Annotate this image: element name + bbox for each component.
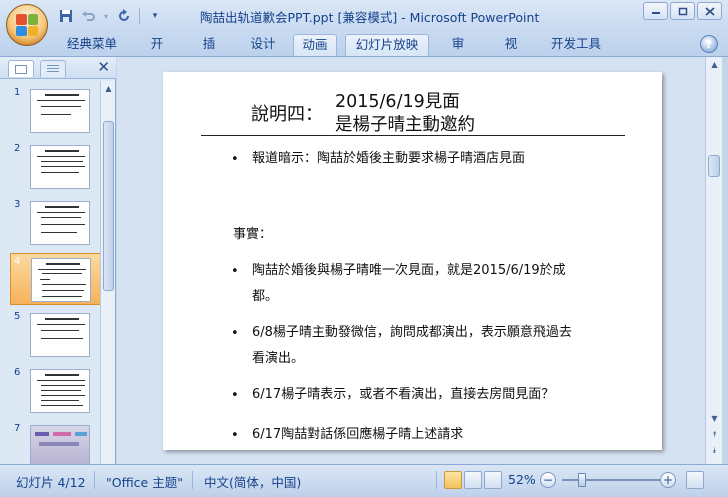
customize-icon[interactable]: ▾ (145, 7, 165, 25)
slide-title-line-2: 是楊子晴主動邀約 (335, 115, 475, 135)
slide-thumbnail (30, 313, 90, 357)
outline-tab-icon[interactable] (40, 60, 66, 77)
fact-3: 6/17楊子晴表示，或者不看演出，直接去房間見面？ (252, 387, 555, 402)
bullet-marker: • (231, 152, 239, 167)
tab-design[interactable]: 设计 (241, 34, 285, 56)
fact-1-line-1: 陶喆於婚後與楊子晴唯一次見面，就是2015/6/19於成 (252, 263, 566, 278)
slides-tab-icon[interactable] (8, 60, 34, 77)
main-scrollbar[interactable]: ▲ ▼ ⯭ ⯯ (705, 57, 722, 464)
scroll-thumb[interactable] (708, 155, 720, 177)
fit-to-window-icon[interactable] (686, 471, 704, 489)
slide-thumb-3[interactable]: 3 (0, 197, 100, 249)
slide-number: 2 (14, 143, 21, 154)
title-underline (201, 135, 625, 136)
slide-thumbnail (30, 369, 90, 413)
tab-insert[interactable]: 插入 (189, 34, 229, 71)
fact-4: 6/17陶喆對話係回應楊子晴上述請求 (252, 427, 464, 442)
normal-view-icon[interactable] (444, 471, 462, 489)
qat-divider (139, 8, 140, 24)
slideshow-view-icon[interactable] (484, 471, 502, 489)
zoom-in-icon[interactable]: + (660, 472, 676, 488)
slide-thumb-5[interactable]: 5 (0, 309, 100, 361)
zoom-level[interactable]: 52% (508, 472, 536, 487)
slide-counter: 幻灯片 4/12 (16, 475, 86, 490)
slide-number: 5 (14, 311, 21, 322)
tab-view[interactable]: 视图 (491, 34, 531, 71)
slide-number: 3 (14, 199, 21, 210)
slide-thumb-1[interactable]: 1 (0, 85, 100, 137)
redo-icon[interactable]: ▾ (100, 7, 112, 25)
tab-slideshow[interactable]: 幻灯片放映 (345, 34, 429, 56)
zoom-out-icon[interactable]: − (540, 472, 556, 488)
status-divider (94, 471, 95, 489)
office-button[interactable] (6, 4, 48, 46)
slide-thumb-2[interactable]: 2 (0, 141, 100, 193)
slide-sorter-icon[interactable] (464, 471, 482, 489)
tab-developer[interactable]: 开发工具 (542, 34, 610, 56)
fact-2-line-2: 看演出。 (252, 351, 305, 366)
zoom-slider-track[interactable] (562, 479, 662, 481)
window-title: 陶喆出轨道歉会PPT.ppt [兼容模式] - Microsoft PowerP… (200, 10, 540, 25)
slide-title-line-1: 2015/6/19見面 (335, 92, 460, 112)
repeat-icon[interactable] (114, 7, 134, 25)
slides-panel-scrollbar[interactable]: ▲ (100, 81, 115, 464)
close-icon[interactable] (697, 2, 722, 20)
help-icon[interactable]: ? (700, 35, 718, 53)
bullet-marker: • (231, 326, 239, 341)
bullet-marker: • (231, 428, 239, 443)
minimize-icon[interactable] (643, 2, 668, 20)
undo-icon[interactable] (78, 7, 98, 25)
next-slide-icon[interactable]: ⯯ (706, 443, 723, 458)
slide-thumb-6[interactable]: 6 (0, 365, 100, 417)
slide-thumbnail (31, 258, 91, 302)
slide-number: 4 (14, 256, 21, 267)
tab-review[interactable]: 审阅 (438, 34, 478, 71)
restore-icon[interactable] (670, 2, 695, 20)
bullet-marker: • (231, 388, 239, 403)
slide-number: 6 (14, 367, 21, 378)
slide-thumbnail (30, 425, 90, 464)
slide-thumbnail (30, 145, 90, 189)
previous-slide-icon[interactable]: ⯭ (706, 427, 723, 442)
language-indicator[interactable]: 中文(简体，中国) (204, 472, 301, 491)
slide-thumbnail (30, 89, 90, 133)
panel-tabs: ✕ (0, 57, 116, 79)
slide-thumb-7[interactable]: 7 (0, 421, 100, 464)
tab-home[interactable]: 开始 (137, 34, 177, 71)
scroll-up-icon[interactable]: ▲ (706, 57, 723, 72)
current-slide[interactable]: 說明四： 2015/6/19見面 是楊子晴主動邀約 • 報道暗示：陶喆於婚後主動… (163, 72, 662, 450)
title-bar: ▾ ▾ 陶喆出轨道歉会PPT.ppt [兼容模式] - Microsoft Po… (0, 0, 728, 46)
zoom-slider-handle[interactable] (578, 473, 586, 487)
slide-number: 1 (14, 87, 21, 98)
status-bar: 幻灯片 4/12 "Office 主题" 中文(简体，中国) 52% − + (0, 464, 728, 497)
bullet-report: 報道暗示：陶喆於婚後主動要求楊子晴酒店見面 (252, 151, 526, 166)
facts-heading: 事實： (233, 227, 273, 242)
window-controls (643, 2, 722, 20)
status-divider (436, 471, 437, 489)
save-icon[interactable] (56, 7, 76, 25)
tab-classic-menu[interactable]: 经典菜单 (58, 34, 126, 56)
scroll-down-icon[interactable]: ▼ (706, 411, 723, 426)
slide-label: 說明四： (251, 104, 323, 125)
slide-thumbnail (30, 201, 90, 245)
slides-panel: ✕ 1 2 3 4 5 6 7 ▲ (0, 57, 116, 464)
fact-1-line-2: 都。 (252, 289, 279, 304)
status-divider (192, 471, 193, 489)
slide-thumb-4[interactable]: 4 (10, 253, 100, 305)
scroll-thumb[interactable] (103, 121, 114, 291)
scroll-up-icon[interactable]: ▲ (101, 81, 116, 96)
slide-thumbnails: 1 2 3 4 5 6 7 (0, 81, 100, 464)
quick-access-toolbar: ▾ ▾ (56, 6, 165, 26)
slide-number: 7 (14, 423, 21, 434)
slide-editing-area: 說明四： 2015/6/19見面 是楊子晴主動邀約 • 報道暗示：陶喆於婚後主動… (117, 57, 705, 464)
panel-close-icon[interactable]: ✕ (97, 59, 110, 76)
fact-2-line-1: 6/8楊子晴主動發微信，詢問成都演出，表示願意飛過去 (252, 325, 572, 340)
tab-animation[interactable]: 动画 (293, 34, 337, 56)
office-logo-icon (16, 14, 38, 36)
bullet-marker: • (231, 264, 239, 279)
ribbon-tab-row: 经典菜单 开始 插入 设计 动画 幻灯片放映 审阅 视图 开发工具 ? (0, 31, 728, 71)
theme-name: "Office 主题" (106, 475, 183, 490)
